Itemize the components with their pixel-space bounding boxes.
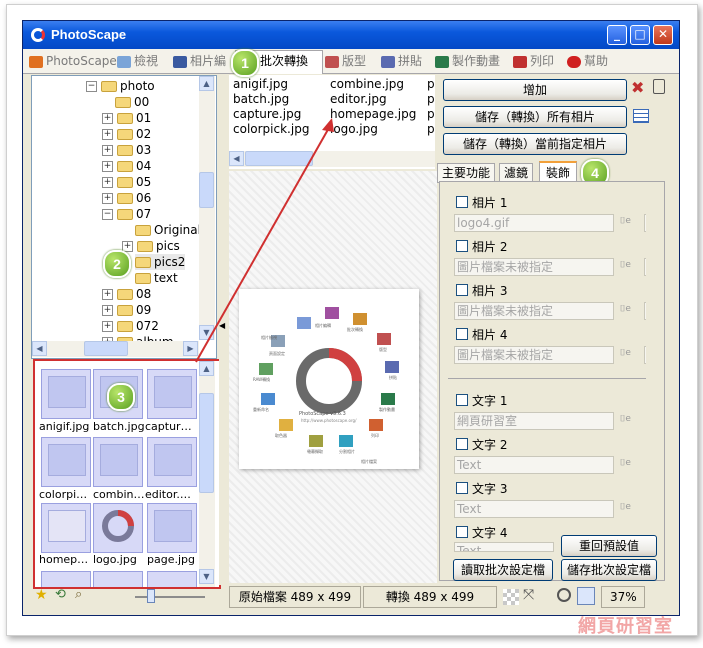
watermark-text: 網頁研習室 bbox=[578, 616, 673, 637]
callout-arrow-head bbox=[322, 118, 334, 132]
callout-arrow-overlay bbox=[195, 118, 334, 363]
callout-arrow-line bbox=[195, 125, 331, 363]
